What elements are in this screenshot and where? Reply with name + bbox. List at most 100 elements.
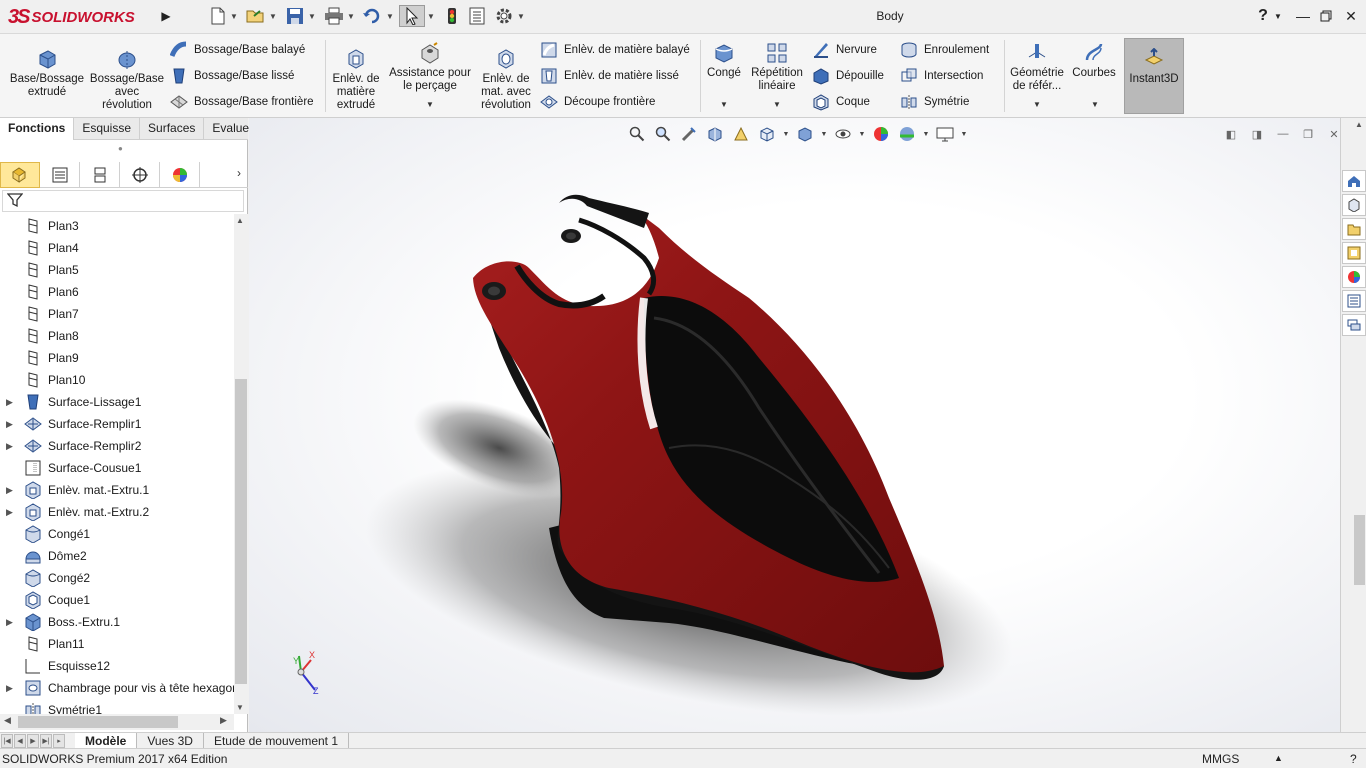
- status-help-button[interactable]: ?: [1350, 752, 1357, 766]
- tree-item[interactable]: Plan9: [0, 347, 234, 369]
- options-dropdown-chevron-icon[interactable]: ▼: [516, 5, 526, 27]
- tree-item[interactable]: Symétrie1: [0, 699, 234, 714]
- help-dropdown-chevron-icon[interactable]: ▼: [1271, 5, 1285, 27]
- select-pointer-icon[interactable]: [399, 5, 425, 27]
- viewport-minimize-icon[interactable]: —: [1274, 126, 1292, 142]
- tree-item[interactable]: Dôme2: [0, 545, 234, 567]
- print-dropdown-chevron-icon[interactable]: ▼: [346, 5, 356, 27]
- tab-esquisse[interactable]: Esquisse: [74, 118, 141, 140]
- mirror-button[interactable]: Symétrie: [900, 92, 969, 112]
- expand-arrow-icon[interactable]: ▶: [6, 397, 13, 408]
- tree-item[interactable]: Plan10: [0, 369, 234, 391]
- new-dropdown-chevron-icon[interactable]: ▼: [229, 5, 239, 27]
- tab-vues-3d[interactable]: Vues 3D: [137, 732, 204, 749]
- rebuild-traffic-light-icon[interactable]: [442, 5, 462, 27]
- reference-geometry-button[interactable]: Géométrie de référ...: [1008, 42, 1066, 93]
- new-document-icon[interactable]: [208, 5, 228, 27]
- tab-etude-de-mouvement[interactable]: Etude de mouvement 1: [204, 732, 350, 749]
- display-style-icon[interactable]: [792, 124, 818, 144]
- 3d-model-view[interactable]: [249, 118, 1340, 732]
- extruded-boss-button[interactable]: Base/Bossage extrudé: [6, 48, 88, 99]
- open-dropdown-chevron-icon[interactable]: ▼: [268, 5, 278, 27]
- expand-arrow-icon[interactable]: ▶: [6, 485, 13, 496]
- undo-icon[interactable]: [361, 5, 383, 27]
- save-dropdown-chevron-icon[interactable]: ▼: [307, 5, 317, 27]
- linear-pattern-dropdown-chevron-icon[interactable]: ▼: [773, 100, 781, 109]
- curves-button[interactable]: Courbes: [1070, 42, 1118, 80]
- expand-arrow-icon[interactable]: ▶: [6, 683, 13, 694]
- property-manager-icon[interactable]: [40, 162, 80, 188]
- view-settings-icon[interactable]: [932, 124, 958, 144]
- shell-button[interactable]: Coque: [812, 92, 870, 112]
- display-manager-icon[interactable]: [160, 162, 200, 188]
- print-icon[interactable]: [323, 5, 345, 27]
- hole-wizard-dropdown-chevron-icon[interactable]: ▼: [426, 100, 434, 109]
- tab-first-icon[interactable]: |◀: [1, 733, 13, 748]
- tree-item[interactable]: Plan8: [0, 325, 234, 347]
- tree-item[interactable]: ▶ Enlèv. mat.-Extru.2: [0, 501, 234, 523]
- tab-modele[interactable]: Modèle: [75, 732, 138, 749]
- rib-button[interactable]: Nervure: [812, 40, 877, 60]
- boundary-cut-button[interactable]: Découpe frontière: [540, 92, 655, 112]
- viewport-tile-right-icon[interactable]: ◨: [1248, 126, 1266, 142]
- dynamic-annotation-icon[interactable]: [728, 124, 754, 144]
- apply-scene-chevron-icon[interactable]: ▼: [920, 124, 932, 144]
- view-orientation-icon[interactable]: [754, 124, 780, 144]
- more-tabs-chevron-icon[interactable]: ›: [237, 166, 241, 180]
- dimxpert-manager-icon[interactable]: [120, 162, 160, 188]
- extruded-cut-button[interactable]: Enlèv. de matière extrudé: [330, 48, 382, 112]
- swept-boss-button[interactable]: Bossage/Base balayé: [170, 40, 305, 60]
- boundary-boss-button[interactable]: Bossage/Base frontière: [170, 92, 314, 112]
- tree-item[interactable]: Coque1: [0, 589, 234, 611]
- task-pane-scrollbar[interactable]: ▲: [1353, 120, 1366, 732]
- hole-wizard-button[interactable]: Assistance pour le perçage: [386, 42, 474, 93]
- axis-triad[interactable]: X Y Z: [287, 648, 327, 698]
- feature-manager-tree-icon[interactable]: [0, 162, 40, 188]
- tree-item[interactable]: Congé2: [0, 567, 234, 589]
- swept-cut-button[interactable]: Enlèv. de matière balayé: [540, 40, 690, 60]
- scroll-down-arrow-icon[interactable]: ▼: [236, 703, 244, 712]
- gear-icon[interactable]: [493, 5, 515, 27]
- minimize-icon[interactable]: —: [1292, 5, 1314, 27]
- zoom-to-area-icon[interactable]: [650, 124, 676, 144]
- tree-item[interactable]: Esquisse12: [0, 655, 234, 677]
- scroll-left-arrow-icon[interactable]: ◀: [4, 715, 11, 726]
- viewport-tile-left-icon[interactable]: ◧: [1222, 126, 1240, 142]
- open-icon[interactable]: [245, 5, 267, 27]
- expand-arrow-icon[interactable]: ▶: [6, 441, 13, 452]
- tree-item[interactable]: ▶ Surface-Lissage1: [0, 391, 234, 413]
- tab-next-icon[interactable]: ▶: [27, 733, 39, 748]
- tree-scrollbar-thumb[interactable]: [235, 379, 247, 684]
- select-dropdown-chevron-icon[interactable]: ▼: [426, 5, 436, 27]
- tab-prev-icon[interactable]: ◀: [14, 733, 26, 748]
- revolved-boss-button[interactable]: Bossage/Base avec révolution: [90, 48, 164, 112]
- filter-funnel-icon[interactable]: [6, 192, 24, 211]
- wrap-button[interactable]: Enroulement: [900, 40, 989, 60]
- fillet-button[interactable]: Congé: [704, 42, 744, 80]
- tree-item[interactable]: Plan3: [0, 215, 234, 237]
- tree-vertical-scrollbar[interactable]: ▲ ▼: [234, 214, 248, 714]
- file-properties-icon[interactable]: [466, 5, 488, 27]
- tree-item[interactable]: Plan4: [0, 237, 234, 259]
- tree-item[interactable]: ▶ Chambrage pour vis à tête hexagon: [0, 677, 234, 699]
- unit-system-chevron-icon[interactable]: ▲: [1274, 753, 1283, 763]
- viewport-restore-icon[interactable]: ❐: [1299, 126, 1317, 142]
- save-icon[interactable]: [284, 5, 306, 27]
- tree-item[interactable]: ▶ Surface-Remplir2: [0, 435, 234, 457]
- edit-appearance-icon[interactable]: [868, 124, 894, 144]
- revolved-cut-button[interactable]: Enlèv. de mat. avec révolution: [478, 48, 534, 112]
- tab-last-icon[interactable]: ▶|: [40, 733, 52, 748]
- view-orientation-chevron-icon[interactable]: ▼: [780, 124, 792, 144]
- tree-item[interactable]: ▶ Enlèv. mat.-Extru.1: [0, 479, 234, 501]
- tree-item[interactable]: ▶ Boss.-Extru.1: [0, 611, 234, 633]
- menu-flyout-arrow-icon[interactable]: ▶: [158, 6, 174, 26]
- zoom-to-fit-icon[interactable]: [624, 124, 650, 144]
- scroll-up-arrow-icon[interactable]: ▲: [236, 216, 244, 225]
- unit-system-selector[interactable]: MMGS: [1202, 752, 1239, 766]
- tree-item[interactable]: Plan11: [0, 633, 234, 655]
- tab-fonctions[interactable]: Fonctions: [0, 118, 75, 140]
- expand-arrow-icon[interactable]: ▶: [6, 617, 13, 628]
- expand-arrow-icon[interactable]: ▶: [6, 507, 13, 518]
- expand-arrow-icon[interactable]: ▶: [6, 419, 13, 430]
- configuration-manager-icon[interactable]: [80, 162, 120, 188]
